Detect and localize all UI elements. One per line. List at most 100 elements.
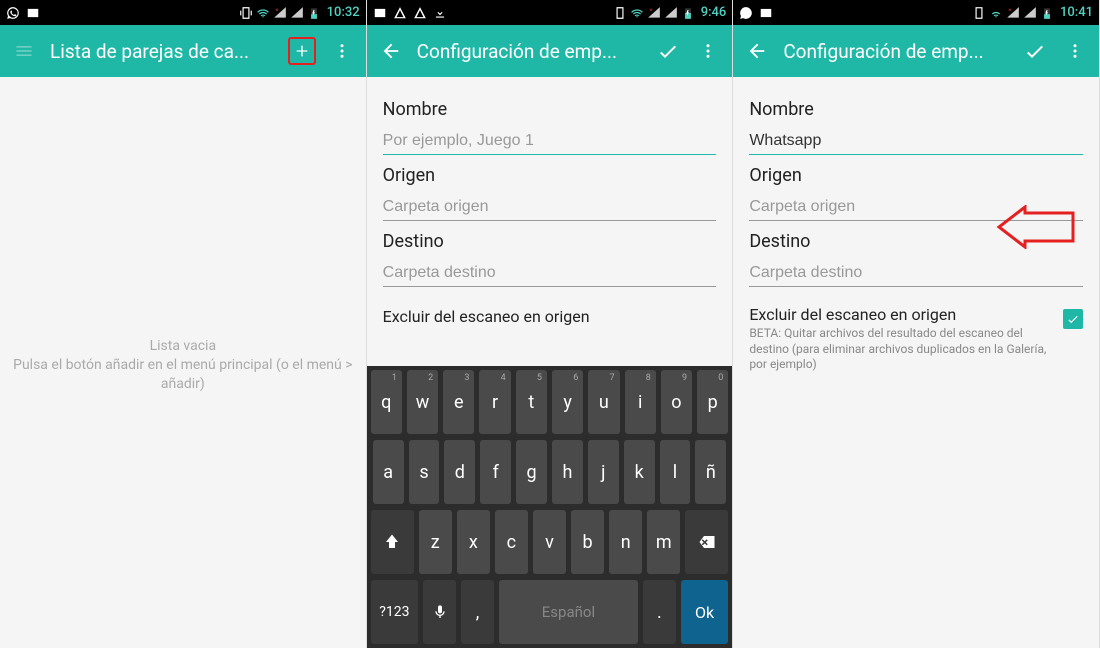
content-area: Nombre Origen Destino Excluir del escane… [367, 77, 733, 366]
key-b[interactable]: b [571, 510, 604, 574]
key-space[interactable]: Español [499, 580, 638, 644]
empty-line1: Lista vacia [6, 337, 360, 356]
signal-2-icon [1023, 6, 1037, 20]
screen-list: × 10:32 Lista de parejas de ca... Lista … [0, 0, 367, 648]
status-right: × 9:46 [613, 5, 727, 20]
back-icon[interactable] [743, 37, 771, 65]
key-r[interactable]: 4r [479, 370, 510, 434]
menu-icon[interactable] [10, 37, 38, 65]
key-g[interactable]: g [516, 440, 547, 504]
back-icon[interactable] [377, 37, 405, 65]
exclude-checkbox[interactable] [1063, 309, 1083, 329]
appbar: Configuración de emp... [367, 25, 733, 77]
appbar: Configuración de emp... [733, 25, 1099, 77]
whatsapp-icon [739, 6, 753, 20]
vibrate-icon [613, 6, 627, 20]
exclude-title: Excluir del escaneo en origen [749, 305, 1055, 324]
key-t[interactable]: 5t [516, 370, 547, 434]
svg-text:×: × [649, 7, 652, 13]
key-i[interactable]: 8i [625, 370, 656, 434]
statusbar: × 10:32 [0, 0, 366, 25]
soft-keyboard: 1q 2w 3e 4r 5t 6y 7u 8i 9o 0p a s d f g … [367, 366, 733, 648]
status-time: 9:46 [701, 5, 727, 20]
key-q[interactable]: 1q [371, 370, 402, 434]
status-time: 10:41 [1060, 5, 1093, 20]
confirm-icon[interactable] [1021, 37, 1049, 65]
key-enye[interactable]: ñ [695, 440, 726, 504]
nombre-input[interactable] [383, 126, 717, 155]
appbar-title: Configuración de emp... [783, 40, 1009, 63]
destino-input[interactable] [383, 258, 717, 287]
origen-label: Origen [749, 165, 1083, 186]
key-shift[interactable] [371, 510, 414, 574]
key-p[interactable]: 0p [697, 370, 728, 434]
key-s[interactable]: s [409, 440, 440, 504]
key-comma[interactable]: , [461, 580, 494, 644]
key-mic[interactable] [423, 580, 456, 644]
key-y[interactable]: 6y [552, 370, 583, 434]
key-o[interactable]: 9o [661, 370, 692, 434]
key-m[interactable]: m [647, 510, 680, 574]
confirm-icon[interactable] [654, 37, 682, 65]
appbar: Lista de parejas de ca... [0, 25, 366, 77]
nombre-input[interactable] [749, 126, 1083, 155]
key-backspace[interactable] [685, 510, 728, 574]
key-f[interactable]: f [480, 440, 511, 504]
destino-input[interactable] [749, 258, 1083, 287]
signal-2-icon [664, 6, 678, 20]
vibrate-icon [972, 6, 986, 20]
content-area: Nombre Origen Destino Excluir del escane… [733, 77, 1099, 648]
battery-icon [681, 6, 695, 20]
statusbar: × 9:46 [367, 0, 733, 25]
empty-message: Lista vacia Pulsa el botón añadir en el … [0, 337, 366, 394]
key-d[interactable]: d [444, 440, 475, 504]
statusbar: × 10:41 [733, 0, 1099, 25]
key-ok[interactable]: Ok [681, 580, 729, 644]
wifi-icon [989, 6, 1003, 20]
signal-1-icon: × [1006, 6, 1020, 20]
nombre-label: Nombre [383, 99, 717, 120]
exclude-desc: BETA: Quitar archivos del resultado del … [749, 326, 1055, 373]
origen-label: Origen [383, 165, 717, 186]
overflow-menu-icon[interactable] [328, 37, 356, 65]
key-v[interactable]: v [533, 510, 566, 574]
overflow-menu-icon[interactable] [1061, 37, 1089, 65]
status-left [373, 6, 447, 20]
key-k[interactable]: k [624, 440, 655, 504]
content-area: Lista vacia Pulsa el botón añadir en el … [0, 77, 366, 648]
key-n[interactable]: n [609, 510, 642, 574]
nombre-label: Nombre [749, 99, 1083, 120]
screen-config-filled: × 10:41 Configuración de emp... Nombre O… [733, 0, 1100, 648]
svg-text:×: × [275, 7, 278, 13]
overflow-menu-icon[interactable] [694, 37, 722, 65]
key-e[interactable]: 3e [443, 370, 474, 434]
landscape-icon [26, 6, 40, 20]
exclude-label: Excluir del escaneo en origen [383, 307, 717, 326]
key-dot[interactable]: . [643, 580, 676, 644]
screen-config-empty: × 9:46 Configuración de emp... Nombre Or… [367, 0, 734, 648]
exclude-row: Excluir del escaneo en origen BETA: Quit… [749, 305, 1083, 373]
key-j[interactable]: j [588, 440, 619, 504]
add-button[interactable] [288, 37, 316, 65]
battery-icon [307, 6, 321, 20]
whatsapp-icon [6, 6, 20, 20]
key-h[interactable]: h [552, 440, 583, 504]
key-u[interactable]: 7u [588, 370, 619, 434]
key-c[interactable]: c [495, 510, 528, 574]
wifi-icon [256, 6, 270, 20]
wifi-icon [630, 6, 644, 20]
vibrate-icon [239, 6, 253, 20]
key-w[interactable]: 2w [407, 370, 438, 434]
svg-text:×: × [1008, 7, 1011, 13]
signal-2-icon [290, 6, 304, 20]
key-a[interactable]: a [373, 440, 404, 504]
key-z[interactable]: z [419, 510, 452, 574]
key-x[interactable]: x [457, 510, 490, 574]
destino-label: Destino [383, 231, 717, 252]
appbar-title: Configuración de emp... [417, 40, 643, 63]
key-l[interactable]: l [660, 440, 691, 504]
download-icon [433, 6, 447, 20]
signal-1-icon: × [647, 6, 661, 20]
origen-input[interactable] [383, 192, 717, 221]
key-symbols[interactable]: ?123 [371, 580, 419, 644]
